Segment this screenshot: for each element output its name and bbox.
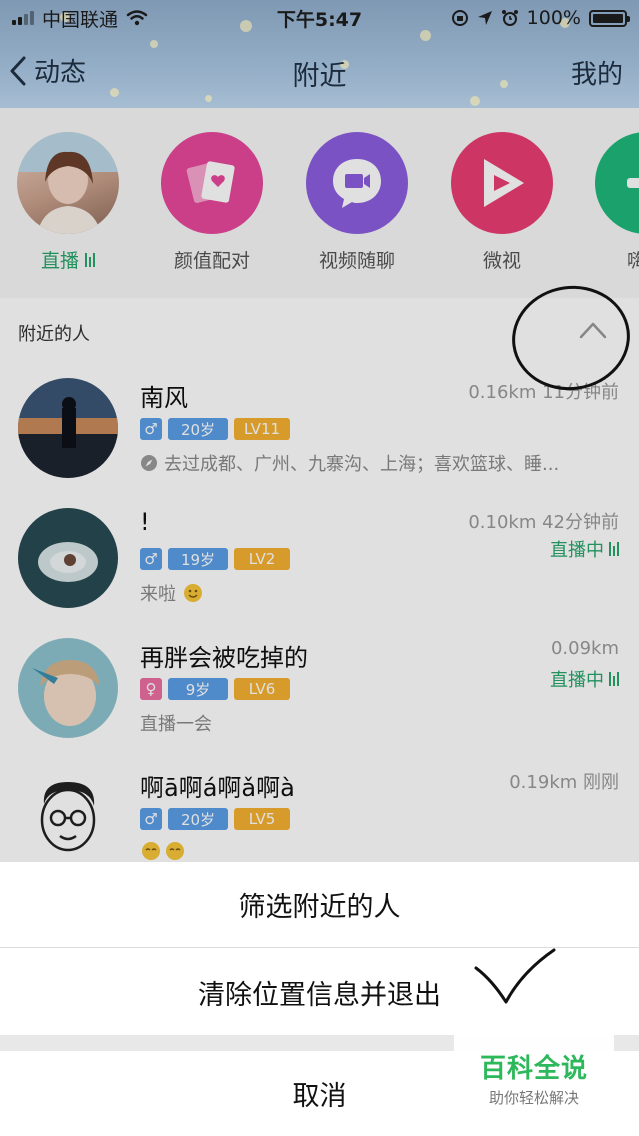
cards-heart-icon (161, 132, 263, 234)
avatar (18, 638, 118, 738)
avatar (18, 378, 118, 478)
user-name: 再胖会被吃掉的 (140, 644, 308, 672)
battery-icon (589, 9, 630, 27)
watermark-subtitle: 助你轻松解决 (488, 1089, 579, 1107)
male-icon: ♂ (140, 808, 162, 830)
entry-label: 颜值配对 (173, 250, 250, 272)
location-arrow-icon (477, 11, 492, 25)
user-desc (140, 840, 188, 862)
list-item[interactable]: 啊ā啊á啊ǎ啊à 0.19km 刚刚 ♂ 20岁 LV5 (0, 760, 639, 862)
user-name: 啊ā啊á啊ǎ啊à (140, 774, 295, 802)
user-tags: ♂ 20岁 LV11 (140, 418, 290, 440)
entry-label: 微视 (482, 250, 521, 272)
avatar (18, 508, 118, 608)
video-chat-icon (306, 132, 408, 234)
female-icon: ♀ (140, 678, 162, 700)
chevron-up-icon[interactable] (579, 320, 607, 340)
chevron-left-icon (10, 56, 26, 85)
status-left: 中国联通 (12, 5, 148, 32)
distance-time: 0.09km (550, 638, 619, 659)
entry-label: 直播 (8, 246, 128, 273)
distance-time: 0.19km 刚刚 (509, 772, 619, 793)
live-status: 直播中 (550, 536, 619, 562)
entry-weishi[interactable]: 微视 (442, 132, 562, 273)
battery-percent: 100% (526, 7, 581, 29)
section-header: 附近的人 (0, 298, 639, 368)
male-icon: ♂ (140, 548, 162, 570)
quick-entries: 直播 颜值配对 视频随聊 微视 嗨 (0, 108, 639, 298)
entry-label: 视频随聊 (318, 250, 395, 272)
alarm-icon (501, 10, 518, 26)
user-tags: ♂ 19岁 LV2 (140, 548, 290, 570)
back-label: 动态 (34, 58, 87, 88)
watermark-title: 百科全说 (479, 1054, 588, 1084)
user-tags: ♂ 20岁 LV5 (140, 808, 290, 830)
entry-live[interactable]: 直播 (8, 132, 128, 273)
live-bars-icon (609, 672, 619, 686)
entry-label: 嗨玩 (626, 250, 639, 272)
play-icon (451, 132, 553, 234)
nav-bar: 动态 附近 我的 (0, 36, 639, 108)
user-desc: 去过成都、广州、九寨沟、上海；喜欢篮球、睡... (140, 450, 559, 476)
list-item[interactable]: 再胖会被吃掉的 0.09km 直播中 ♀ 9岁 LV6 直播一会 (0, 630, 639, 760)
blush-emoji-icon (142, 842, 184, 860)
entry-video-chat[interactable]: 视频随聊 (297, 132, 417, 273)
orientation-lock-icon (451, 10, 468, 26)
streamer-photo (17, 132, 119, 234)
user-desc: 来啦 (140, 580, 204, 606)
mine-button[interactable]: 我的 (571, 54, 623, 91)
level-badge: LV5 (234, 808, 290, 830)
avatar (18, 768, 118, 862)
level-badge: LV2 (234, 548, 290, 570)
live-avatar (17, 132, 119, 234)
wifi-icon (126, 10, 148, 26)
page-title: 附近 (292, 61, 347, 92)
filter-nearby-button[interactable]: 筛选附近的人 (0, 862, 639, 948)
user-tags: ♀ 9岁 LV6 (140, 678, 290, 700)
list-item[interactable]: 南风 0.16km 11分钟前 ♂ 20岁 LV11 去过成都、广州、九寨沟、上… (0, 370, 639, 500)
status-bar: 中国联通 下午5:47 100% (0, 0, 639, 36)
live-status: 直播中 (550, 666, 619, 692)
nearby-list: 附近的人 南风 0.16km 11分钟前 ♂ 20岁 LV11 去过成都、广州、… (0, 298, 639, 862)
level-badge: LV11 (234, 418, 290, 440)
age-badge: 20岁 (168, 808, 228, 830)
user-desc: 直播一会 (140, 714, 212, 735)
compass-icon (141, 455, 157, 471)
list-item[interactable]: ! 0.10km 42分钟前 直播中 ♂ 19岁 LV2 来啦 (0, 500, 639, 630)
top-bar: 中国联通 下午5:47 100% 动态 附近 我的 (0, 0, 639, 108)
game-icon (595, 132, 639, 234)
age-badge: 20岁 (168, 418, 228, 440)
entry-game[interactable]: 嗨玩 (586, 132, 639, 273)
back-button[interactable]: 动态 (8, 52, 86, 89)
signal-icon (12, 11, 34, 25)
sun-emoji-icon (184, 584, 202, 602)
carrier-name: 中国联通 (42, 8, 119, 31)
age-badge: 19岁 (168, 548, 228, 570)
live-bars-icon (85, 253, 96, 267)
male-icon: ♂ (140, 418, 162, 440)
age-badge: 9岁 (168, 678, 228, 700)
watermark: 百科全说 助你轻松解决 (454, 1034, 614, 1114)
section-title: 附近的人 (18, 324, 90, 345)
distance-time: 0.10km 42分钟前 (468, 512, 619, 533)
live-bars-icon (609, 542, 619, 556)
clear-location-button[interactable]: 清除位置信息并退出 (0, 949, 639, 1035)
status-right: 100% (451, 7, 630, 29)
user-name: ! (140, 508, 150, 536)
entry-face-match[interactable]: 颜值配对 (152, 132, 272, 273)
level-badge: LV6 (234, 678, 290, 700)
user-name: 南风 (140, 384, 188, 412)
distance-time: 0.16km 11分钟前 (468, 382, 619, 403)
